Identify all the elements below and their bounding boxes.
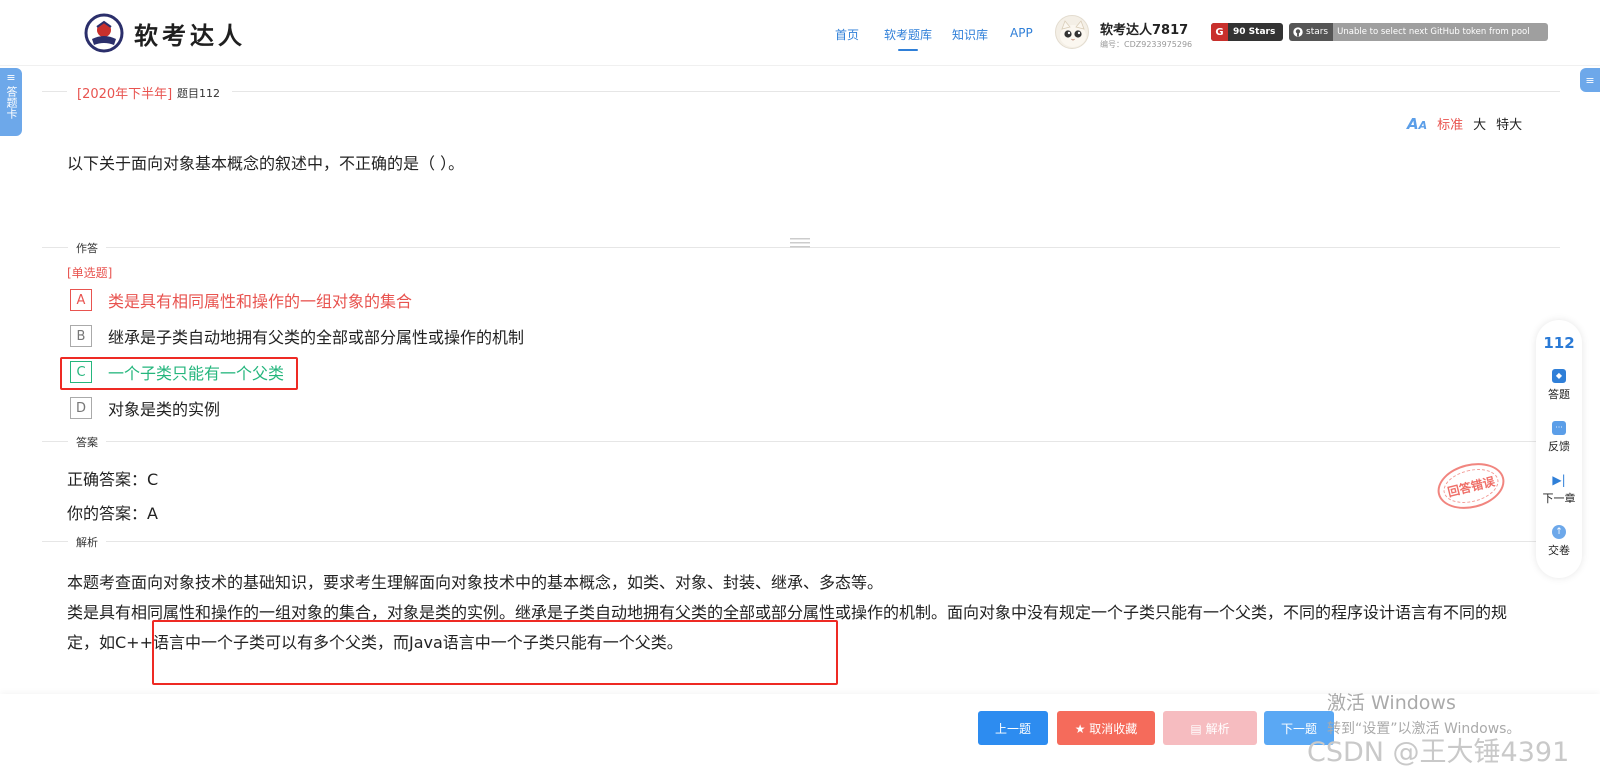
divider <box>42 91 67 92</box>
user-name[interactable]: 软考达人7817 <box>1100 19 1188 38</box>
stars-badge-label: 90 Stars <box>1233 27 1276 37</box>
github-badge-left-text: stars <box>1306 27 1329 37</box>
question-number: 题目112 <box>177 87 220 100</box>
analysis-button[interactable]: ▤ 解析 <box>1163 711 1257 745</box>
logo-icon <box>84 13 124 53</box>
divider <box>42 541 1560 542</box>
csdn-watermark: CSDN @王大锤4391 <box>1307 737 1570 768</box>
right-menu-tab[interactable]: ≡ <box>1580 68 1600 92</box>
question-text: 以下关于面向对象基本概念的叙述中，不正确的是（ ）。 <box>67 154 465 173</box>
year-tag: [2020年下半年] <box>77 87 173 102</box>
menu-icon: ≡ <box>6 71 16 84</box>
menu-icon: ≡ <box>1585 73 1595 87</box>
analysis-line: 本题考查面向对象技术的基础知识，要求考生理解面向对象技术中的基本概念，如类、对象… <box>67 573 884 592</box>
divider <box>42 441 1560 442</box>
site-logo[interactable]: 软考达人 <box>84 13 246 53</box>
shield-icon: ◆ <box>1552 369 1566 383</box>
highlight-box-analysis <box>152 620 838 685</box>
option-b[interactable]: B 继承是子类自动地拥有父类的全部或部分属性或操作的机制 <box>70 324 524 348</box>
option-text: 对象是类的实例 <box>108 400 221 419</box>
option-letter: D <box>70 397 92 419</box>
current-question-number: 112 <box>1543 334 1575 352</box>
option-text: 类是具有相同属性和操作的一组对象的集合 <box>108 292 413 311</box>
user-avatar[interactable] <box>1055 15 1089 49</box>
chat-icon: ··· <box>1552 421 1566 435</box>
answer-card-tab[interactable]: ≡ 答题卡 <box>0 68 22 136</box>
stamp-text: 回答错误 <box>1446 473 1497 500</box>
nav-question-bank[interactable]: 软考题库 <box>884 26 932 51</box>
font-size-extra-large[interactable]: 特大 <box>1496 114 1522 133</box>
option-letter: A <box>70 289 92 311</box>
highlight-box-option-c <box>60 357 298 390</box>
font-size-control: AA 标准 大 特大 <box>1407 114 1532 134</box>
answer-card-label: 答题卡 <box>5 86 18 119</box>
nav-app[interactable]: APP <box>1010 26 1033 40</box>
font-size-icon: AA <box>1407 114 1428 133</box>
github-stars-badge[interactable]: stars Unable to select next GitHub token… <box>1289 23 1548 41</box>
top-header: 软考达人 首页 软考题库 知识库 APP 软考达人7817 编号：CDZ9233… <box>0 0 1600 66</box>
panel-item-label: 答题 <box>1548 388 1570 401</box>
github-badge-right-text: Unable to select next GitHub token from … <box>1333 23 1548 41</box>
prev-question-button[interactable]: 上一题 <box>978 711 1048 745</box>
stars-badge-icon: G <box>1211 23 1228 41</box>
drag-handle-icon[interactable] <box>790 237 810 249</box>
logo-text: 软考达人 <box>134 21 246 50</box>
floating-side-panel: 112 ◆ 答题 ··· 反馈 ▶| 下一章 ↑ 交卷 <box>1536 320 1582 578</box>
wrong-answer-stamp: 回答错误 <box>1432 456 1510 516</box>
section-label-answer-area: 作答 <box>68 240 106 256</box>
font-size-large[interactable]: 大 <box>1473 114 1486 133</box>
stars-badge[interactable]: G 90 Stars <box>1211 23 1283 41</box>
section-label-answer: 答案 <box>68 434 106 450</box>
option-d[interactable]: D 对象是类的实例 <box>70 396 220 420</box>
panel-feedback-button[interactable]: ··· 反馈 <box>1536 421 1582 454</box>
panel-answer-button[interactable]: ◆ 答题 <box>1536 369 1582 402</box>
watermark-line: 激活 Windows <box>1327 692 1456 714</box>
correct-answer: 正确答案：C <box>67 470 159 489</box>
divider <box>232 91 1560 92</box>
font-size-standard[interactable]: 标准 <box>1437 114 1463 133</box>
unfavorite-button[interactable]: ★ 取消收藏 <box>1057 711 1155 745</box>
panel-next-chapter-button[interactable]: ▶| 下一章 <box>1536 473 1582 506</box>
option-letter: B <box>70 325 92 347</box>
option-a[interactable]: A 类是具有相同属性和操作的一组对象的集合 <box>70 288 412 312</box>
nav-home[interactable]: 首页 <box>835 26 859 43</box>
section-label-analysis: 解析 <box>68 534 106 550</box>
panel-item-label: 交卷 <box>1548 544 1570 557</box>
nav-knowledge-base[interactable]: 知识库 <box>952 26 988 43</box>
avatar-cat-icon <box>1060 20 1086 47</box>
your-answer: 你的答案：A <box>67 504 158 523</box>
page-root: 软考达人 首页 软考题库 知识库 APP 软考达人7817 编号：CDZ9233… <box>0 0 1600 773</box>
user-id: 编号：CDZ9233975296 <box>1100 40 1193 49</box>
question-type: [单选题] <box>67 266 113 280</box>
github-icon <box>1293 27 1303 37</box>
option-text: 继承是子类自动地拥有父类的全部或部分属性或操作的机制 <box>108 328 525 347</box>
github-badge-left: stars <box>1289 23 1334 41</box>
panel-item-label: 下一章 <box>1542 492 1576 505</box>
skip-next-icon: ▶| <box>1552 473 1566 487</box>
panel-submit-button[interactable]: ↑ 交卷 <box>1536 525 1582 558</box>
panel-item-label: 反馈 <box>1548 440 1570 453</box>
upload-icon: ↑ <box>1552 525 1566 539</box>
